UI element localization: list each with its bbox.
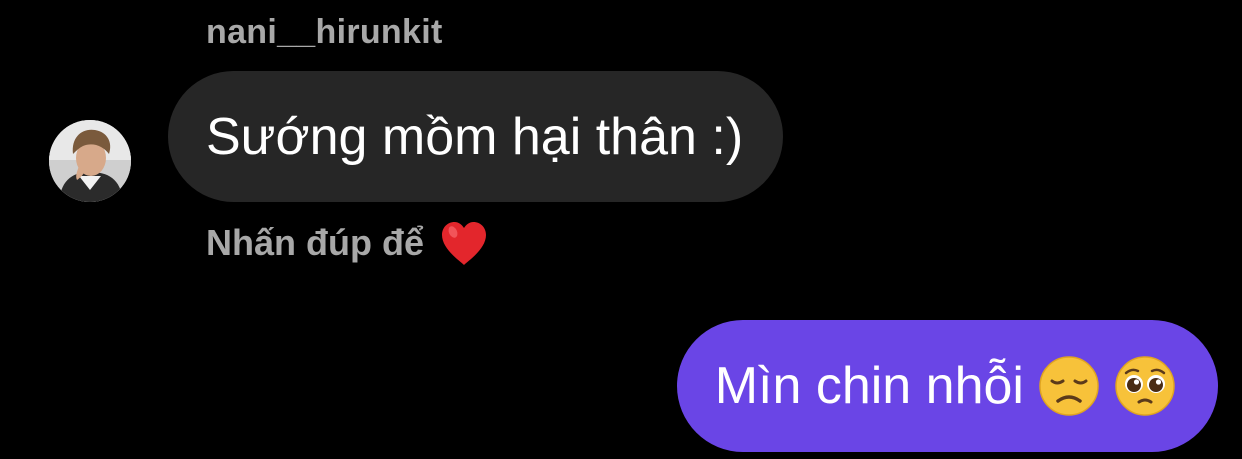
double-tap-hint-text: Nhấn đúp để — [206, 222, 424, 263]
outgoing-message-bubble[interactable]: Mìn chin nhỗi — [676, 320, 1218, 452]
sender-username[interactable]: nani__hirunkit — [206, 12, 443, 52]
double-tap-hint: Nhấn đúp để — [206, 218, 490, 268]
incoming-message-text: Sướng mồm hại thân :) — [206, 107, 744, 166]
incoming-message-bubble[interactable]: Sướng mồm hại thân :) — [168, 71, 784, 202]
outgoing-message-text: Mìn chin nhỗi — [714, 357, 1024, 415]
red-heart-icon — [438, 218, 490, 268]
sender-avatar[interactable] — [49, 120, 131, 202]
avatar-photo — [49, 120, 131, 202]
disappointed-face-icon — [1038, 355, 1100, 417]
pleading-face-icon — [1114, 355, 1176, 417]
